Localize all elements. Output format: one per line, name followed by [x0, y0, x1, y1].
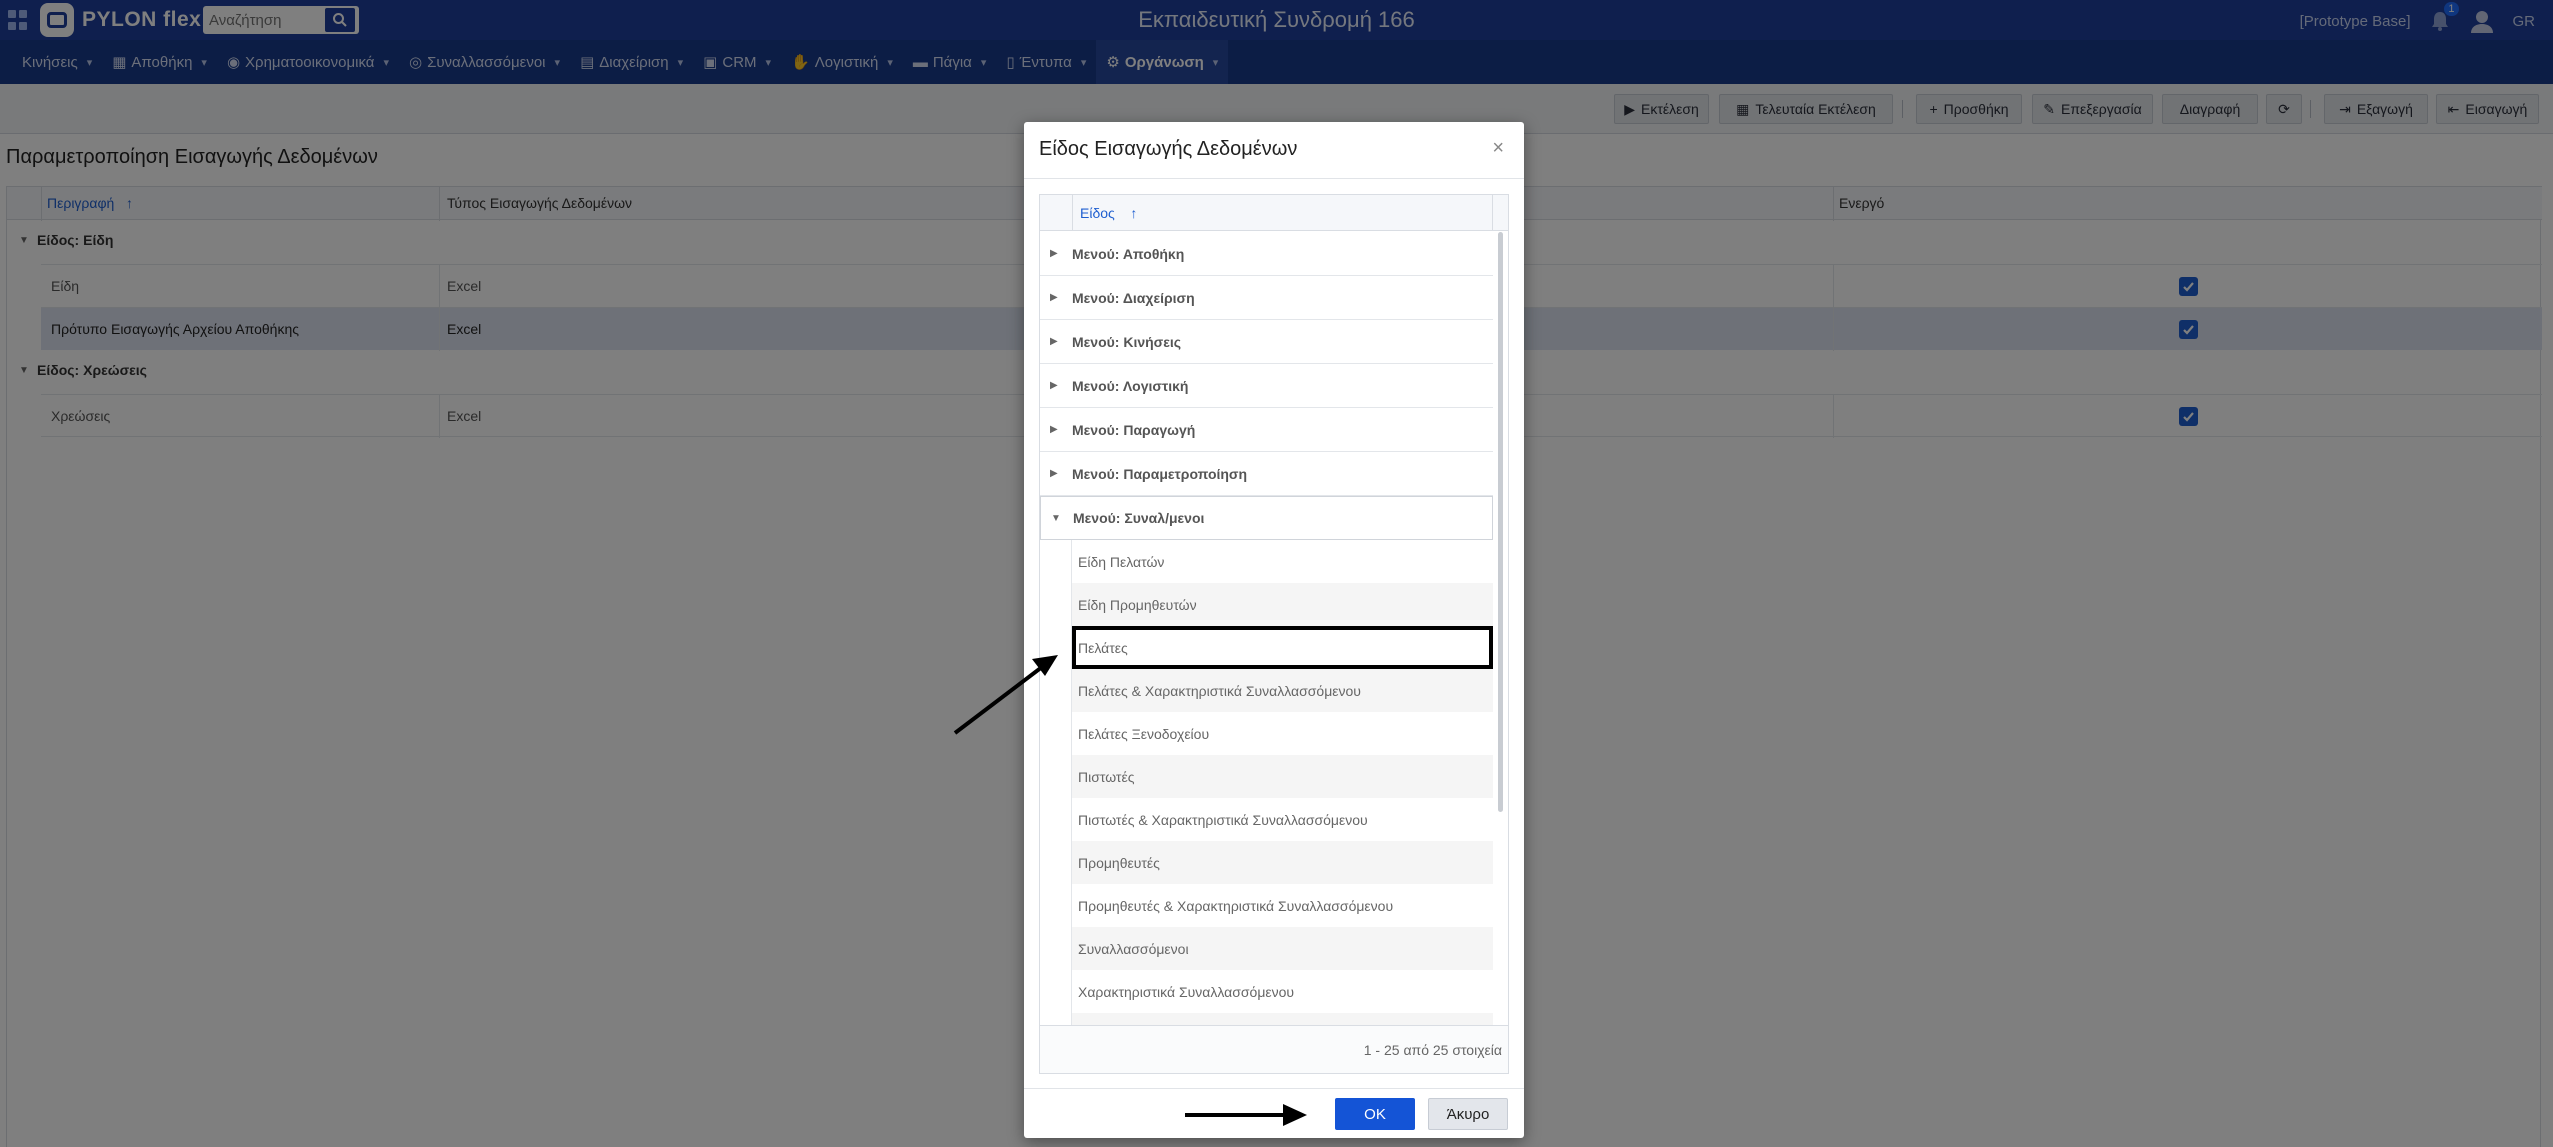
lookup-group-row[interactable]: ▶ Μενού: Παραγωγή: [1040, 408, 1493, 452]
item-label: Πελάτες: [1078, 639, 1128, 656]
lookup-item[interactable]: Προμηθευτές: [1072, 841, 1493, 884]
lookup-group-row[interactable]: ▶ Μενού: Παραμετροποίηση: [1040, 452, 1493, 496]
dialog-title: Είδος Εισαγωγής Δεδομένων: [1039, 138, 1298, 160]
group-label: Μενού: Κινήσεις: [1072, 333, 1182, 350]
pager: 1 - 25 από 25 στοιχεία: [1040, 1025, 1508, 1073]
lookup-item[interactable]: Πιστωτές & Χαρακτηριστικά Συναλλασσόμενο…: [1072, 798, 1493, 841]
item-label: Πελάτες Ξενοδοχείου: [1078, 725, 1210, 742]
cancel-button[interactable]: Άκυρο: [1428, 1098, 1508, 1130]
lookup-item[interactable]: Προμηθευτές & Χαρακτηριστικά Συναλλασσόμ…: [1072, 884, 1493, 927]
lookup-item[interactable]: Χαρακτηριστικά Συναλλασσόμενου: [1072, 970, 1493, 1013]
item-label: Προμηθευτές & Χαρακτηριστικά Συναλλασσόμ…: [1078, 897, 1394, 914]
scrollbar[interactable]: [1498, 232, 1503, 812]
item-label: Είδη Προμηθευτών: [1078, 596, 1197, 613]
column-divider: [1072, 195, 1073, 231]
lookup-item[interactable]: Πελάτες & Χαρακτηριστικά Συναλλασσόμενου: [1072, 669, 1493, 712]
expand-triangle-icon: ▶: [1050, 424, 1058, 435]
group-label: Μενού: Αποθήκη: [1072, 245, 1185, 262]
item-label: Συναλλασσόμενοι: [1078, 940, 1189, 957]
lookup-item[interactable]: Είδη Πελατών: [1072, 540, 1493, 583]
expand-triangle-icon: ▶: [1050, 248, 1058, 259]
lookup-group-row[interactable]: ▶ Μενού: Αποθήκη: [1040, 232, 1493, 276]
group-label: Μενού: Συναλ/μενοι: [1073, 510, 1205, 526]
sort-asc-icon: ↑: [1130, 205, 1138, 221]
expand-triangle-icon: ▶: [1050, 468, 1058, 479]
close-icon[interactable]: ×: [1492, 137, 1504, 160]
item-label: Χαρακτηριστικά Συναλλασσόμενου: [1078, 983, 1295, 1000]
lookup-item[interactable]: Συναλλασσόμενοι: [1072, 927, 1493, 970]
collapse-triangle-icon: ▼: [1051, 512, 1061, 524]
item-label: Πελάτες & Χαρακτηριστικά Συναλλασσόμενου: [1078, 682, 1361, 699]
group-indent: [1040, 540, 1072, 1025]
lookup-grid-header: Είδος ↑: [1040, 195, 1508, 231]
item-label: Είδη Πελατών: [1078, 553, 1165, 570]
lookup-item[interactable]: Πιστωτές: [1072, 755, 1493, 798]
ok-button[interactable]: OK: [1335, 1098, 1415, 1130]
item-label: Πιστωτές & Χαρακτηριστικά Συναλλασσόμενο…: [1078, 811, 1368, 828]
column-header-label: Είδος: [1080, 205, 1115, 221]
lookup-grid-body: ▶ Μενού: Αποθήκη ▶ Μενού: Διαχείριση ▶ Μενο…: [1040, 232, 1508, 1025]
lookup-group-row[interactable]: ▶ Μενού: Κινήσεις: [1040, 320, 1493, 364]
lookup-item[interactable]: Πελάτες Ξενοδοχείου: [1072, 712, 1493, 755]
pager-info: 1 - 25 από 25 στοιχεία: [1363, 1042, 1502, 1058]
expand-triangle-icon: ▶: [1050, 292, 1058, 303]
group-label: Μενού: Παραγωγή: [1072, 421, 1196, 438]
lookup-dialog: Είδος Εισαγωγής Δεδομένων × Είδος ↑ ▶ Μεν…: [1024, 122, 1524, 1138]
column-divider: [1492, 195, 1493, 231]
expand-triangle-icon: ▶: [1050, 380, 1058, 391]
lookup-grid: Είδος ↑ ▶ Μενού: Αποθήκη ▶ Μενού: Διαχείρι…: [1039, 194, 1509, 1074]
group-label: Μενού: Διαχείριση: [1072, 289, 1195, 306]
group-label: Μενού: Παραμετροποίηση: [1072, 465, 1248, 482]
lookup-item[interactable]: [1072, 1013, 1493, 1025]
lookup-group-row[interactable]: ▶ Μενού: Διαχείριση: [1040, 276, 1493, 320]
lookup-item[interactable]: Είδη Προμηθευτών: [1072, 583, 1493, 626]
lookup-group-row[interactable]: ▼ Μενού: Συναλ/μενοι: [1040, 496, 1493, 540]
expand-triangle-icon: ▶: [1050, 336, 1058, 347]
lookup-group-row[interactable]: ▶ Μενού: Λογιστική: [1040, 364, 1493, 408]
item-label: Πιστωτές: [1078, 768, 1135, 785]
item-label: Προμηθευτές: [1078, 854, 1160, 871]
divider: [1024, 1088, 1524, 1089]
divider: [1024, 178, 1524, 179]
group-label: Μενού: Λογιστική: [1072, 377, 1189, 394]
column-header-eidos[interactable]: Είδος ↑: [1080, 205, 1137, 221]
lookup-item-selected[interactable]: Πελάτες: [1072, 626, 1493, 669]
